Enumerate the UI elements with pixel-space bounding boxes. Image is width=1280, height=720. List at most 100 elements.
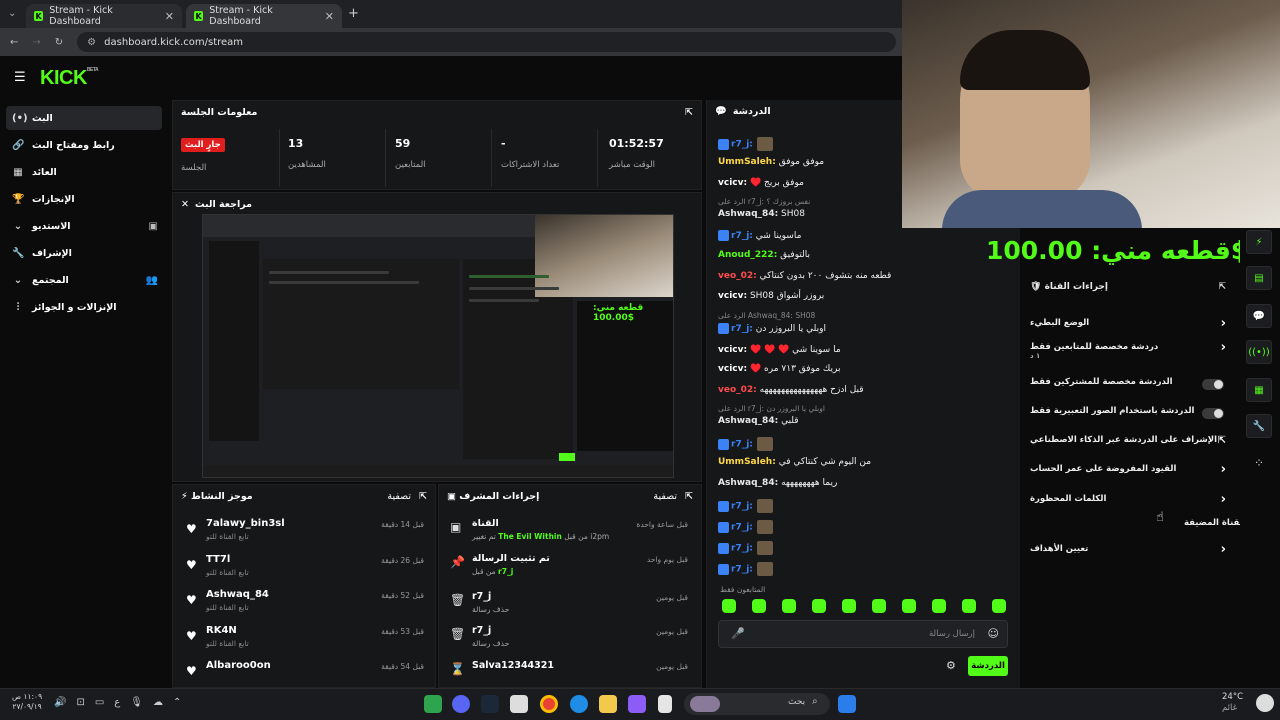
chat-message[interactable]: vcicv: ♥️ ♥️ ♥️ ما سوينا شي xyxy=(718,345,841,355)
chat-message[interactable]: r7_j: xyxy=(718,499,773,513)
chat-message[interactable]: r7_j: xyxy=(718,520,773,534)
chat-message[interactable]: veo_02: قطعه منه بتشوف ٢٠٠ بدون كنتاكي xyxy=(718,271,891,281)
chat-reply-line[interactable]: الرد على r7_j: نفس بروزك ؟ xyxy=(718,197,810,206)
chat-bubble-icon[interactable]: 💬 xyxy=(1246,304,1272,328)
chat-settings-icon[interactable]: ⚙ xyxy=(946,659,956,672)
chat-username[interactable]: Ashwaq_84: xyxy=(718,209,778,219)
chat-message[interactable]: veo_02: قبل ادزح هههههههههههههههه xyxy=(718,385,864,395)
chat-username[interactable]: UmmSaleh: xyxy=(718,157,776,167)
sidebar-item-revenue[interactable]: ▦ العائد xyxy=(6,160,162,184)
kick-logo[interactable]: KICKBETA xyxy=(40,67,99,90)
banned-words-option[interactable]: الكلمات المحظورة › xyxy=(1030,492,1230,514)
site-info-icon[interactable]: ⚙ xyxy=(87,37,96,48)
chat-message[interactable]: UmmSaleh: من اليوم شي كنتاكي في xyxy=(718,457,871,467)
popout-icon[interactable]: ⇱ xyxy=(1218,282,1226,292)
notepad-icon[interactable] xyxy=(658,695,672,713)
address-bar[interactable]: ⚙ dashboard.kick.com/stream xyxy=(77,32,896,52)
tray-expand-icon[interactable]: ⌃ xyxy=(173,697,181,708)
reload-icon[interactable]: ↻ xyxy=(55,37,63,48)
store-icon[interactable] xyxy=(510,695,528,713)
close-icon[interactable]: ✕ xyxy=(181,199,189,210)
cloud-icon[interactable]: ☁ xyxy=(153,697,163,708)
chat-reply-line[interactable]: الرد على r7_j: اوبلي يا البروزر دن xyxy=(718,404,825,413)
popout-icon[interactable]: ⇱ xyxy=(419,491,427,502)
chat-username[interactable]: r7_j: xyxy=(731,324,753,334)
sidebar-item-community[interactable]: ⌄ المجتمع 👥 xyxy=(6,268,162,292)
chat-username[interactable]: vcicv: xyxy=(718,178,747,188)
emote-icon[interactable] xyxy=(842,599,856,613)
chat-username[interactable]: vcicv: xyxy=(718,291,747,301)
chat-input[interactable]: 🎤 إرسال رسالة ☺ xyxy=(718,620,1008,648)
app-icon-2[interactable] xyxy=(628,695,646,713)
mic-icon[interactable]: 🎤 xyxy=(731,627,745,640)
subscribers-only-option[interactable]: الدردشة مخصصة للمشتركين فقط xyxy=(1030,377,1230,397)
chat-message[interactable]: Anoud_222: بالتوفيق xyxy=(718,250,810,260)
emote-icon[interactable] xyxy=(812,599,826,613)
chat-username[interactable]: vcicv: xyxy=(718,364,747,374)
chat-message[interactable]: Ashwaq_84: SH08 xyxy=(718,209,805,219)
start-icon[interactable] xyxy=(838,695,856,713)
popout-icon[interactable]: ⇱ xyxy=(685,491,693,502)
taskbar-search[interactable]: بحث ⌕ xyxy=(684,693,830,715)
chat-username[interactable]: Ashwaq_84: xyxy=(718,416,778,426)
chat-username[interactable]: veo_02: xyxy=(718,385,757,395)
battery-icon[interactable]: ▭ xyxy=(95,697,104,708)
weather-widget[interactable]: 24°C غائم xyxy=(1222,692,1243,714)
mic-tray-icon[interactable]: 🎙 xyxy=(130,697,143,708)
close-tab-icon[interactable]: ✕ xyxy=(165,10,174,23)
ai-moderation-option[interactable]: الإشراف على الدردشة عبر الذكاء الاصطناعي… xyxy=(1030,435,1230,455)
filter-button[interactable]: تصفية xyxy=(387,491,411,502)
account-age-option[interactable]: القيود المفروضة على عمر الحساب › xyxy=(1030,462,1230,484)
chat-username[interactable]: r7_j: xyxy=(731,544,753,554)
back-icon[interactable]: ← xyxy=(10,37,18,48)
filter-button[interactable]: تصفية xyxy=(653,491,677,502)
emote-icon[interactable] xyxy=(932,599,946,613)
sidebar-item-drops[interactable]: ⫶ الإنزالات و الجوائز xyxy=(6,295,162,319)
chat-message[interactable]: r7_j: xyxy=(718,437,773,451)
menu-icon[interactable]: ☰ xyxy=(14,70,26,85)
chat-username[interactable]: UmmSaleh: xyxy=(718,457,776,467)
chat-username[interactable]: r7_j: xyxy=(731,502,753,512)
emoji-icon[interactable]: ☺ xyxy=(988,627,999,640)
chat-username[interactable]: r7_j: xyxy=(731,523,753,533)
chrome-icon[interactable] xyxy=(540,695,558,713)
chat-message[interactable]: Ashwaq_84: ريما ههههههههه xyxy=(718,478,837,488)
new-tab-icon[interactable]: + xyxy=(348,6,359,21)
chat-username[interactable]: veo_02: xyxy=(718,271,757,281)
folder-icon[interactable] xyxy=(599,695,617,713)
app-icon-1[interactable] xyxy=(424,695,442,713)
network-icon[interactable]: ⊡ xyxy=(76,697,84,708)
chat-username[interactable]: Ashwaq_84: xyxy=(718,478,778,488)
tab-list-icon[interactable]: ⌄ xyxy=(8,8,16,19)
chat-message[interactable]: r7_j: xyxy=(718,541,773,555)
popout-icon[interactable]: ⇱ xyxy=(685,107,693,118)
chat-username[interactable]: r7_j: xyxy=(731,231,753,241)
send-chat-button[interactable]: الدردشة xyxy=(968,656,1008,676)
emote-only-toggle[interactable] xyxy=(1202,408,1224,419)
chat-message[interactable]: vcicv: SH08 بروزر أشواق xyxy=(718,291,824,301)
set-goals-option[interactable]: تعيين الأهداف › xyxy=(1030,542,1230,564)
sidebar-item-achievements[interactable]: 🏆 الإنجازات xyxy=(6,187,162,211)
chat-message[interactable]: vcicv: ♥️ بريك موفق ٧١٣ مره xyxy=(718,364,840,374)
chat-message[interactable]: r7_j: xyxy=(718,562,773,576)
emote-icon[interactable] xyxy=(992,599,1006,613)
sidebar-item-stream-key[interactable]: 🔗 رابط ومفتاح البث xyxy=(6,133,162,157)
chat-message[interactable]: r7_j: اوبلي يا البروزر دن xyxy=(718,323,826,334)
chat-username[interactable]: r7_j: xyxy=(731,565,753,575)
chat-message[interactable]: r7_j: xyxy=(718,137,773,151)
emote-icon[interactable] xyxy=(902,599,916,613)
chat-message[interactable]: Ashwaq_84: قلبي xyxy=(718,416,799,426)
subscribers-only-toggle[interactable] xyxy=(1202,379,1224,390)
chat-message[interactable]: UmmSaleh: موفق موفق xyxy=(718,157,824,167)
wrench-icon[interactable]: 🔧 xyxy=(1246,414,1272,438)
language-indicator[interactable]: ع xyxy=(114,697,120,708)
lightning-icon[interactable]: ⚡ xyxy=(1246,230,1272,254)
discord-icon[interactable] xyxy=(452,695,470,713)
followers-only-option[interactable]: دردشة مخصصة للمتابعين فقط ١ د › xyxy=(1030,340,1230,368)
sidebar-item-studio[interactable]: ⌄ الاستديو ▣ xyxy=(6,214,162,238)
edge-icon[interactable] xyxy=(570,695,588,713)
chat-username[interactable]: vcicv: xyxy=(718,345,747,355)
emote-icon[interactable] xyxy=(962,599,976,613)
more-icon[interactable]: ⁘ xyxy=(1254,456,1264,470)
steam-icon[interactable] xyxy=(481,695,499,713)
